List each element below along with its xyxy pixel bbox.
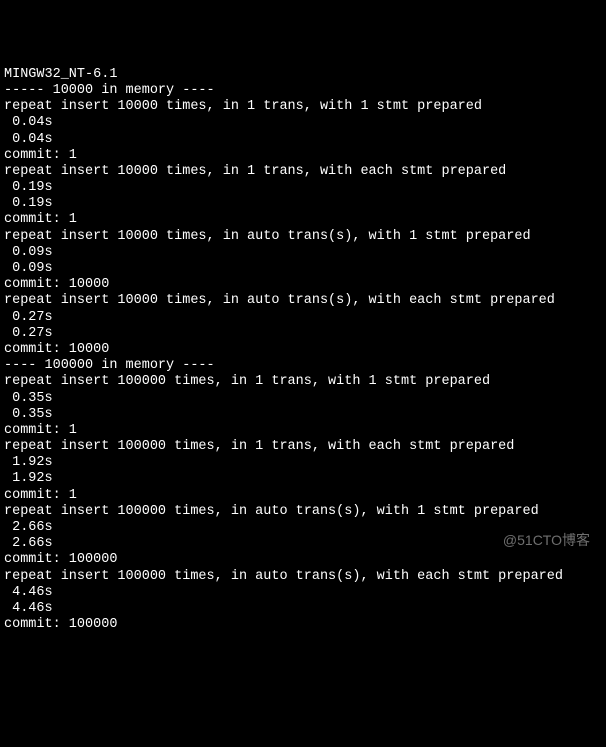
terminal-line: repeat insert 10000 times, in auto trans… — [4, 293, 602, 309]
terminal-line: repeat insert 10000 times, in 1 trans, w… — [4, 164, 602, 180]
terminal-line: 0.27s — [4, 326, 602, 342]
terminal-line: commit: 1 — [4, 488, 602, 504]
terminal-line: commit: 100000 — [4, 552, 602, 568]
terminal-line: commit: 100000 — [4, 617, 602, 633]
terminal-line: ---- 100000 in memory ---- — [4, 358, 602, 374]
terminal-line: ----- 10000 in memory ---- — [4, 83, 602, 99]
terminal-line: commit: 1 — [4, 212, 602, 228]
terminal-line: 4.46s — [4, 585, 602, 601]
terminal-line: 0.04s — [4, 132, 602, 148]
terminal-line: repeat insert 10000 times, in 1 trans, w… — [4, 99, 602, 115]
terminal-line: repeat insert 100000 times, in 1 trans, … — [4, 439, 602, 455]
terminal-line: 1.92s — [4, 455, 602, 471]
terminal-line: repeat insert 100000 times, in 1 trans, … — [4, 374, 602, 390]
terminal-line: MINGW32_NT-6.1 — [4, 67, 602, 83]
terminal-line: commit: 1 — [4, 148, 602, 164]
terminal-line: 0.19s — [4, 180, 602, 196]
terminal-line: commit: 1 — [4, 423, 602, 439]
terminal-line: repeat insert 100000 times, in auto tran… — [4, 569, 602, 585]
terminal-line: 0.35s — [4, 391, 602, 407]
terminal-line: 0.19s — [4, 196, 602, 212]
terminal-line: 0.09s — [4, 245, 602, 261]
terminal-line: 0.27s — [4, 310, 602, 326]
terminal-line: 0.04s — [4, 115, 602, 131]
terminal-line: repeat insert 10000 times, in auto trans… — [4, 229, 602, 245]
terminal-line: repeat insert 100000 times, in auto tran… — [4, 504, 602, 520]
terminal-line: 4.46s — [4, 601, 602, 617]
watermark-text: @51CTO博客 — [503, 532, 590, 549]
terminal-line: commit: 10000 — [4, 342, 602, 358]
terminal-line: commit: 10000 — [4, 277, 602, 293]
terminal-line: 0.09s — [4, 261, 602, 277]
terminal-line: 1.92s — [4, 471, 602, 487]
terminal-line: 0.35s — [4, 407, 602, 423]
